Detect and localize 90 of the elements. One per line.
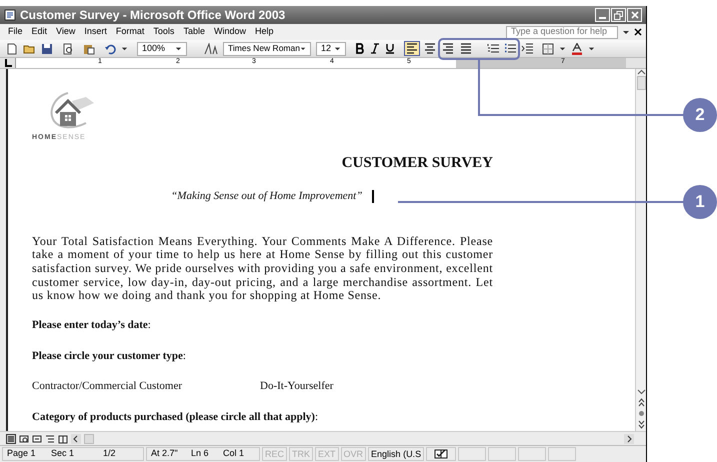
- indent-icon[interactable]: [521, 43, 533, 54]
- dropdown-arrow-icon[interactable]: [559, 45, 566, 52]
- menu-item[interactable]: Table: [183, 25, 205, 39]
- bullet-list-icon[interactable]: [504, 43, 516, 54]
- menu-item[interactable]: Format: [116, 25, 144, 39]
- bold-icon[interactable]: [355, 43, 365, 54]
- align-right-button[interactable]: [440, 41, 456, 56]
- option-text: Do-It-Yourselfer: [260, 379, 334, 394]
- document-icon: [4, 9, 16, 21]
- status-panel: [548, 447, 576, 461]
- align-left-icon: [406, 43, 418, 54]
- question-text: Category of products purchased (please circle all that apply):: [32, 410, 319, 425]
- styles-icon[interactable]: [204, 42, 218, 54]
- zoom-dropdown[interactable]: 100%: [137, 42, 187, 56]
- align-left-button[interactable]: [404, 41, 420, 56]
- vertical-scrollbar[interactable]: [635, 69, 646, 431]
- reading-layout-icon[interactable]: [58, 434, 68, 444]
- status-text: Col 1: [223, 447, 246, 460]
- web-layout-icon[interactable]: [19, 434, 29, 444]
- menu-item[interactable]: File: [8, 25, 23, 39]
- help-search-field[interactable]: Type a question for help: [506, 26, 618, 38]
- tab-stop-icon[interactable]: [3, 58, 13, 68]
- font-size-dropdown[interactable]: 12: [316, 42, 346, 56]
- restore-button[interactable]: [611, 8, 626, 22]
- tagline-text: “Making Sense out of Home Improvement”: [171, 189, 362, 204]
- align-right-icon: [442, 43, 454, 54]
- align-center-icon: [424, 43, 436, 54]
- scroll-right-icon[interactable]: [624, 434, 634, 444]
- language-indicator[interactable]: English (U.S: [368, 447, 424, 461]
- align-justify-button[interactable]: [458, 41, 474, 56]
- print-layout-icon[interactable]: [32, 434, 42, 444]
- scroll-thumb[interactable]: [636, 76, 646, 90]
- undo-icon[interactable]: [104, 42, 116, 54]
- status-text: 1/2: [103, 447, 117, 460]
- restore-icon: [614, 10, 623, 20]
- intro-paragraph: Your Total Satisfaction Means Everything. Your Comments Make A Difference. Please take a moment of your time to help us here at Home Sense by filling out this customer satisfaction survey. We pride ourselves with providing you a safe environment, excellent customer service, low day-in, day-out pricing, and a large merchandise assortment. Let us know how we doing and thank you for shopping at Home Sense.: [32, 234, 493, 304]
- close-document-icon[interactable]: [634, 28, 642, 36]
- menu-item[interactable]: Edit: [32, 25, 48, 39]
- font-dropdown[interactable]: Times New Roman: [223, 42, 311, 56]
- menu-item[interactable]: View: [56, 25, 76, 39]
- menu-item[interactable]: Insert: [84, 25, 107, 39]
- align-center-button[interactable]: [422, 41, 438, 56]
- text-cursor: [372, 190, 374, 203]
- minimize-button[interactable]: [595, 8, 610, 22]
- border-icon[interactable]: [542, 42, 554, 54]
- callout-number: 1: [683, 185, 717, 219]
- paste-icon[interactable]: [83, 42, 95, 54]
- italic-icon[interactable]: [370, 43, 380, 54]
- previous-page-icon[interactable]: [638, 398, 644, 407]
- scroll-up-icon[interactable]: [636, 69, 646, 76]
- dropdown-arrow-icon: [300, 45, 306, 52]
- normal-view-icon[interactable]: [6, 434, 16, 444]
- scroll-down-icon[interactable]: [636, 387, 646, 396]
- underline-icon[interactable]: [385, 43, 395, 54]
- status-panel: [488, 447, 516, 461]
- dropdown-arrow-icon[interactable]: [588, 45, 595, 52]
- close-icon: [630, 11, 638, 19]
- status-text: At 2.7": [151, 447, 179, 460]
- callout-number: 2: [683, 98, 717, 132]
- close-button[interactable]: [627, 8, 642, 22]
- outline-view-icon[interactable]: [45, 434, 55, 444]
- option-text: Contractor/Commercial Customer: [32, 379, 183, 394]
- scroll-left-icon[interactable]: [71, 434, 81, 444]
- status-panel: [458, 447, 486, 461]
- folder-icon[interactable]: [23, 42, 36, 54]
- status-text: Sec 1: [51, 447, 76, 460]
- align-justify-icon: [460, 43, 472, 54]
- menu-item[interactable]: Tools: [153, 25, 174, 39]
- spelling-book-icon[interactable]: [434, 449, 448, 459]
- status-panel: [518, 447, 546, 461]
- menu-item[interactable]: Help: [254, 25, 274, 39]
- new-document-icon[interactable]: [6, 42, 18, 54]
- font-color-icon[interactable]: [571, 42, 583, 54]
- status-text: Page 1: [7, 447, 37, 460]
- question-text: Please enter today’s date:: [32, 318, 152, 334]
- dropdown-arrow-icon: [175, 45, 182, 52]
- next-page-icon[interactable]: [638, 420, 644, 429]
- horizontal-scroll-thumb[interactable]: [84, 434, 94, 444]
- dropdown-arrow-icon[interactable]: [121, 45, 128, 52]
- dropdown-arrow-icon[interactable]: [622, 28, 630, 36]
- status-text: Ln 6: [191, 447, 210, 460]
- print-preview-icon[interactable]: [62, 42, 74, 54]
- dropdown-arrow-icon: [334, 45, 341, 52]
- save-icon[interactable]: [41, 42, 53, 54]
- window-title: Customer Survey - Microsoft Office Word 2003: [20, 7, 286, 24]
- numbered-list-icon[interactable]: [487, 43, 499, 54]
- menu-item[interactable]: Window: [214, 25, 246, 39]
- question-text: Please circle your customer type:: [32, 348, 187, 364]
- minimize-icon: [599, 17, 606, 19]
- document-heading: CUSTOMER SURVEY: [340, 154, 493, 172]
